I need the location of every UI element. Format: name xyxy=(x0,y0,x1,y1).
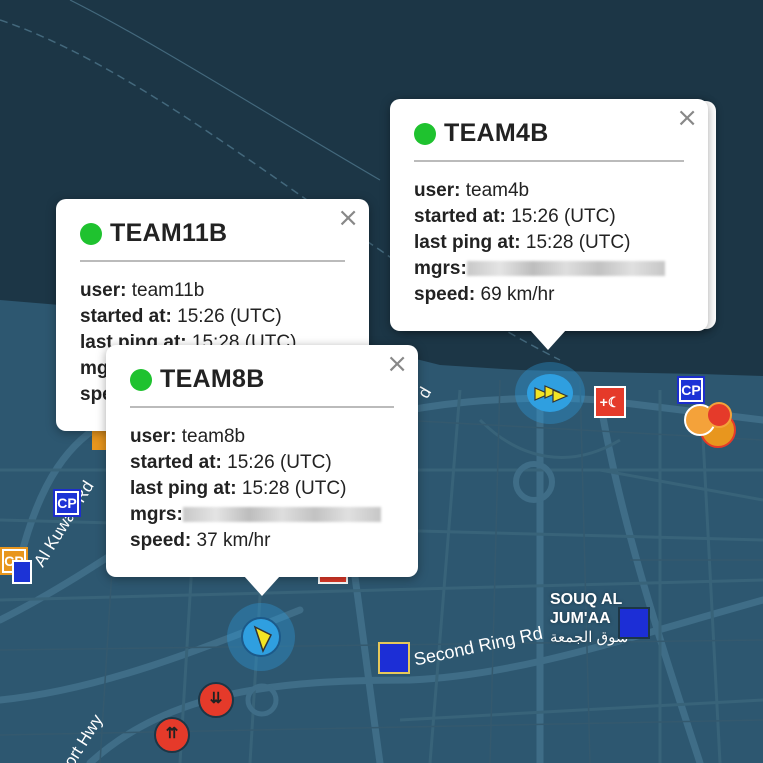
incident-icon[interactable]: ⇈ xyxy=(154,717,190,753)
speed-row: speed: 69 km/hr xyxy=(414,284,555,305)
user-row: user: team8b xyxy=(130,426,246,447)
popup-team8b: × TEAM8B user: team8b started at: 15:26 … xyxy=(106,345,418,596)
started-row: started at: 15:26 (UTC) xyxy=(80,306,282,327)
square-marker-icon[interactable] xyxy=(378,642,410,674)
team-location-icon[interactable] xyxy=(227,603,295,671)
mgrs-row: mgrs: xyxy=(414,256,684,282)
checkpoint-icon[interactable]: CP xyxy=(677,376,705,404)
last-ping-row: last ping at: 15:28 (UTC) xyxy=(414,232,631,253)
status-online-icon xyxy=(130,368,152,391)
checkpoint-label: CP xyxy=(681,380,701,400)
divider xyxy=(130,406,394,408)
poi-label-line1: SOUQ AL xyxy=(550,591,623,608)
poi-label-arabic: سوق الجمعة xyxy=(550,629,629,646)
incident-icon[interactable]: ⇊ xyxy=(198,682,234,718)
checkpoint-label: CP xyxy=(57,493,77,513)
team-name: TEAM11B xyxy=(110,219,228,247)
team-location-icon[interactable] xyxy=(515,362,585,424)
divider xyxy=(80,260,345,262)
popup-title: TEAM4B xyxy=(414,119,684,148)
team-name: TEAM4B xyxy=(444,119,549,147)
hospital-icon[interactable]: +☾ xyxy=(594,386,626,418)
speed-row: speed: 37 km/hr xyxy=(130,530,271,551)
checkpoint-icon[interactable] xyxy=(92,428,106,450)
map-view[interactable]: Al Kuwait Rd Second Ring Rd ort Hwy d SO… xyxy=(0,0,763,763)
incident-icon[interactable] xyxy=(706,402,732,428)
popup-tip xyxy=(244,576,280,596)
popup-title: TEAM8B xyxy=(130,365,394,394)
poi-label-souq: SOUQ AL JUM'AA سوق الجمعة xyxy=(550,590,629,647)
poi-label-line2: JUM'AA xyxy=(550,610,611,627)
popup-tip xyxy=(530,330,566,350)
checkpoint-icon[interactable] xyxy=(12,560,32,584)
close-icon[interactable]: × xyxy=(386,351,408,377)
user-row: user: team4b xyxy=(414,180,530,201)
divider xyxy=(414,160,684,162)
started-row: started at: 15:26 (UTC) xyxy=(130,452,332,473)
mgrs-row: mgrs: xyxy=(130,502,394,528)
user-row: user: team11b xyxy=(80,280,205,301)
mgrs-redacted xyxy=(182,507,381,523)
status-online-icon xyxy=(80,222,102,245)
team-name: TEAM8B xyxy=(160,365,265,393)
status-online-icon xyxy=(414,122,436,145)
square-marker-icon[interactable] xyxy=(618,607,650,639)
last-ping-row: last ping at: 15:28 (UTC) xyxy=(130,478,347,499)
close-icon[interactable]: × xyxy=(337,205,359,231)
mgrs-redacted xyxy=(466,261,665,277)
popup-team4b: × TEAM4B user: team4b started at: 15:26 … xyxy=(390,99,708,350)
popup-title: TEAM11B xyxy=(80,219,345,248)
started-row: started at: 15:26 (UTC) xyxy=(414,206,616,227)
close-icon[interactable]: × xyxy=(676,105,698,131)
checkpoint-icon[interactable]: CP xyxy=(53,489,81,517)
